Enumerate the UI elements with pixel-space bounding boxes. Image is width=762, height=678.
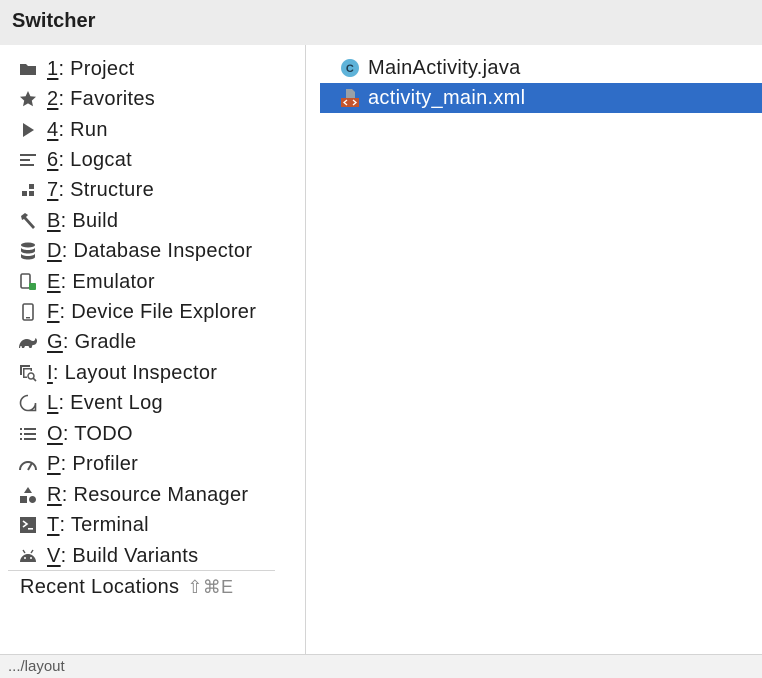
gradle-icon	[18, 332, 38, 352]
svg-text:C: C	[346, 63, 354, 75]
tool-window-label: : Emulator	[60, 270, 155, 293]
mnemonic: P	[47, 452, 61, 475]
tool-window-todo[interactable]: O: TODO	[18, 420, 133, 448]
tool-window-label: : Structure	[58, 178, 154, 201]
tool-window-label: : Resource Manager	[61, 483, 249, 506]
tool-window-build[interactable]: B: Build	[18, 207, 118, 235]
file-item-mainactivity-java[interactable]: C MainActivity.java	[320, 53, 762, 83]
recent-locations-item[interactable]: Recent Locations ⇧⌘E	[20, 573, 233, 601]
switcher-title-bar: Switcher	[0, 0, 762, 45]
tool-window-emulator[interactable]: E: Emulator	[18, 268, 155, 296]
file-name: MainActivity.java	[368, 56, 521, 79]
tool-window-logcat[interactable]: 6: Logcat	[18, 146, 132, 174]
mnemonic: G	[47, 330, 63, 353]
tool-window-build-variants[interactable]: V: Build Variants	[18, 542, 198, 570]
tool-window-terminal[interactable]: T: Terminal	[18, 511, 149, 539]
tool-window-gradle[interactable]: G: Gradle	[18, 328, 136, 356]
mnemonic: 2	[47, 87, 59, 110]
tool-window-label: : Build	[60, 209, 119, 232]
file-name: activity_main.xml	[368, 86, 526, 109]
file-item-activity-main-xml[interactable]: activity_main.xml	[320, 83, 762, 113]
status-bar: .../layout	[0, 654, 762, 678]
switcher-title: Switcher	[12, 10, 96, 32]
tool-window-label: : Event Log	[58, 391, 163, 414]
recent-files-list: C MainActivity.java activity_main.xml	[306, 45, 762, 654]
logcat-icon	[18, 150, 38, 170]
star-icon	[18, 89, 38, 109]
tool-window-database-inspector[interactable]: D: Database Inspector	[18, 237, 252, 265]
tool-window-label: : Layout Inspector	[52, 361, 218, 384]
tool-window-label: : Database Inspector	[61, 239, 253, 262]
emulator-icon	[18, 272, 38, 292]
recent-locations-shortcut: ⇧⌘E	[187, 576, 234, 597]
event-log-icon	[18, 393, 38, 413]
tool-window-label: : TODO	[62, 422, 133, 445]
mnemonic: L	[47, 391, 59, 414]
tool-window-label: : Gradle	[62, 330, 137, 353]
tool-window-label: : Build Variants	[60, 544, 199, 567]
todo-list-icon	[18, 424, 38, 444]
tool-window-layout-inspector[interactable]: I: Layout Inspector	[18, 359, 217, 387]
list-separator	[8, 570, 275, 571]
mnemonic: V	[47, 544, 61, 567]
tool-window-event-log[interactable]: L: Event Log	[18, 389, 163, 417]
tool-window-device-file-explorer[interactable]: F: Device File Explorer	[18, 298, 256, 326]
mnemonic: E	[47, 270, 61, 293]
play-icon	[18, 120, 38, 140]
tool-window-run[interactable]: 4: Run	[18, 116, 108, 144]
tool-window-label: : Terminal	[59, 513, 149, 536]
mnemonic: D	[47, 239, 62, 262]
tool-window-label: : Device File Explorer	[59, 300, 257, 323]
mnemonic: B	[47, 209, 61, 232]
tool-window-project[interactable]: 1: Project	[18, 55, 135, 83]
structure-icon	[18, 180, 38, 200]
tool-window-favorites[interactable]: 2: Favorites	[18, 85, 155, 113]
java-class-icon: C	[340, 58, 360, 78]
gauge-icon	[18, 454, 38, 474]
tool-window-label: : Favorites	[58, 87, 156, 110]
folder-icon	[18, 59, 38, 79]
mnemonic: T	[47, 513, 60, 536]
recent-locations-label: Recent Locations	[20, 575, 180, 598]
database-icon	[18, 241, 38, 261]
mnemonic: 7	[47, 178, 59, 201]
tool-window-profiler[interactable]: P: Profiler	[18, 450, 138, 478]
mnemonic: R	[47, 483, 62, 506]
terminal-icon	[18, 515, 38, 535]
android-icon	[18, 546, 38, 566]
mnemonic: O	[47, 422, 63, 445]
tool-window-label: : Logcat	[58, 148, 132, 171]
tool-window-label: : Project	[58, 57, 135, 80]
hammer-icon	[18, 211, 38, 231]
mnemonic: 4	[47, 118, 59, 141]
tool-window-label: : Profiler	[60, 452, 139, 475]
xml-layout-icon	[340, 88, 360, 108]
layout-inspector-icon	[18, 363, 38, 383]
tool-window-structure[interactable]: 7: Structure	[18, 176, 154, 204]
tool-windows-list: 1: Project 2: Favorites 4: Run 6: Logcat…	[0, 45, 306, 654]
device-icon	[18, 302, 38, 322]
tool-window-label: : Run	[58, 118, 108, 141]
mnemonic: 1	[47, 57, 59, 80]
resources-icon	[18, 485, 38, 505]
tool-window-resource-manager[interactable]: R: Resource Manager	[18, 481, 248, 509]
mnemonic: F	[47, 300, 60, 323]
mnemonic: 6	[47, 148, 59, 171]
status-path: .../layout	[8, 658, 65, 675]
